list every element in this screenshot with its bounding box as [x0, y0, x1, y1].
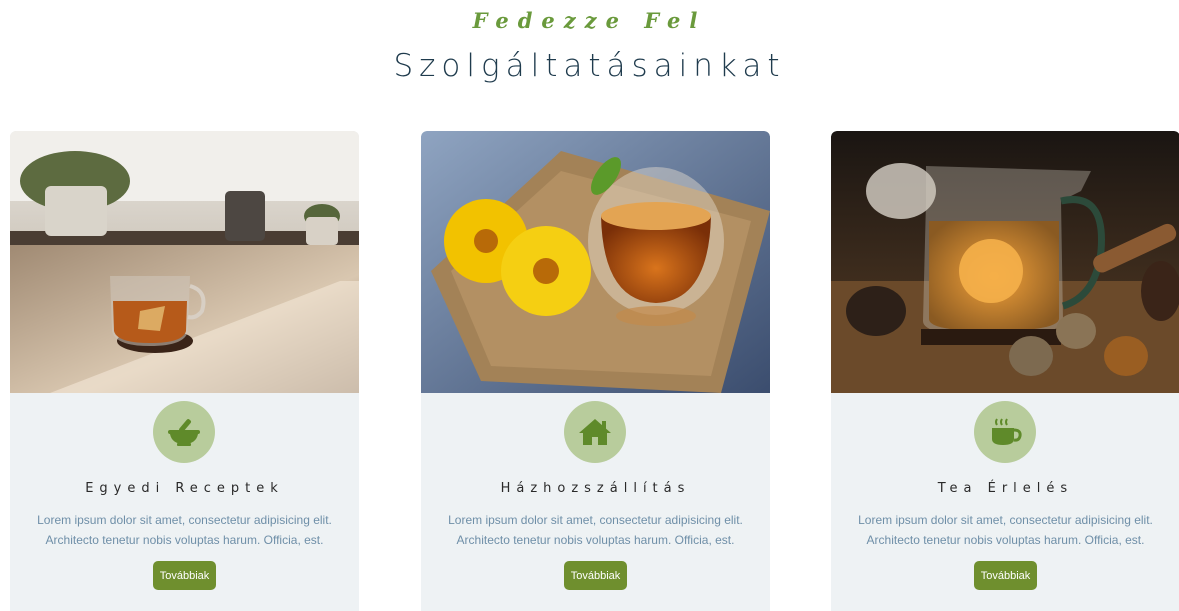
more-button[interactable]: Továbbiak [153, 561, 216, 590]
section-subtitle: Fedezze Fel [472, 8, 707, 33]
service-card-aging: Tea Érlelés Lorem ipsum dolor sit amet, … [831, 131, 1179, 611]
more-button[interactable]: Továbbiak [564, 561, 627, 590]
card-title: Házhozszállítás [500, 481, 691, 496]
card-text: Lorem ipsum dolor sit amet, consectetur … [858, 513, 1153, 547]
tea-cup-on-windowsill-photo [10, 131, 359, 393]
section-title: Szolgáltatásainkat [393, 48, 786, 84]
service-card-delivery: Házhozszállítás Lorem ipsum dolor sit am… [421, 131, 770, 611]
card-text: Lorem ipsum dolor sit amet, consectetur … [448, 513, 743, 547]
card-title: Tea Érlelés [937, 481, 1074, 496]
card-text: Lorem ipsum dolor sit amet, consectetur … [37, 513, 332, 547]
mortar-pestle-icon [168, 419, 200, 446]
mortar-pestle-icon-circle [153, 401, 215, 463]
blooming-tea-in-glass-pitcher-photo [831, 131, 1179, 393]
home-icon [579, 419, 611, 445]
card-title: Egyedi Receptek [85, 481, 284, 496]
tea-cup-with-calendula-flowers-photo [421, 131, 770, 393]
home-icon-circle [564, 401, 626, 463]
hot-mug-icon-circle [974, 401, 1036, 463]
service-card-recipes: Egyedi Receptek Lorem ipsum dolor sit am… [10, 131, 359, 611]
hot-mug-icon [992, 418, 1022, 445]
more-button[interactable]: Továbbiak [974, 561, 1037, 590]
